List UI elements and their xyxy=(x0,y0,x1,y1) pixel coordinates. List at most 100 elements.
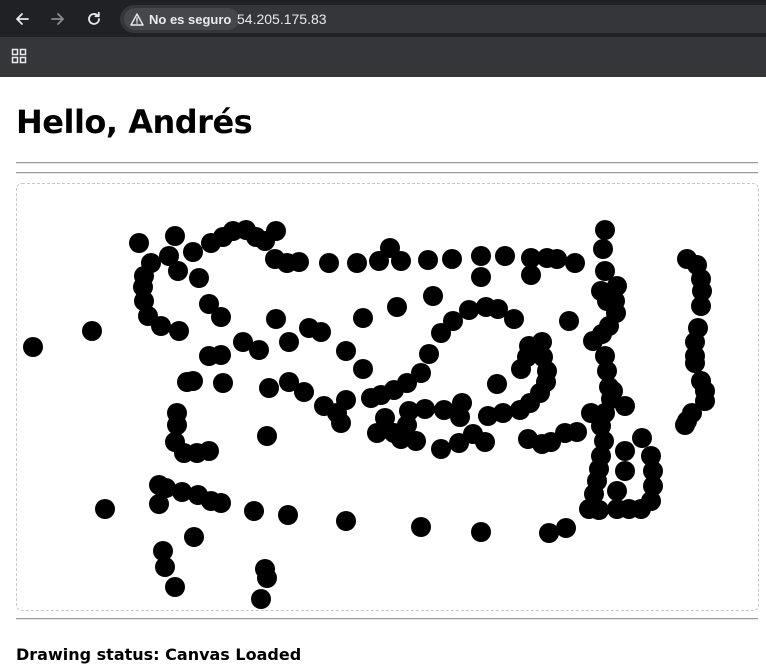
drawing-dot xyxy=(151,316,171,336)
drawing-dot xyxy=(487,374,507,394)
drawing-dot xyxy=(189,268,209,288)
drawing-dot xyxy=(675,415,695,435)
drawing-dot xyxy=(331,413,351,433)
drawing-dot xyxy=(278,505,298,525)
drawing-dot xyxy=(511,359,531,379)
drawing-dot xyxy=(691,296,711,316)
drawing-dot xyxy=(167,415,187,435)
drawing-dot xyxy=(165,577,185,597)
drawing-dot xyxy=(199,441,219,461)
drawing-dot xyxy=(539,523,559,543)
drawing-dot xyxy=(632,428,652,448)
drawing-dot xyxy=(419,344,439,364)
drawing-dot xyxy=(475,432,495,452)
drawing-dot xyxy=(521,265,541,285)
drawing-dot xyxy=(353,359,373,379)
drawing-dot xyxy=(641,446,661,466)
drawing-dot xyxy=(155,557,175,577)
drawing-dot xyxy=(595,220,615,240)
apps-grid-icon[interactable] xyxy=(11,48,27,64)
drawing-dot xyxy=(211,345,231,365)
drawing-dot xyxy=(493,403,513,423)
drawing-dot xyxy=(431,323,451,343)
drawing-dot xyxy=(82,321,102,341)
drawing-dot xyxy=(685,353,705,373)
drawing-dot xyxy=(129,233,149,253)
drawing-dot xyxy=(361,388,381,408)
drawing-dot xyxy=(244,501,264,521)
drawing-dot xyxy=(353,308,373,328)
drawing-dot xyxy=(266,309,286,329)
drawing-dot xyxy=(95,499,115,519)
drawing-dot xyxy=(406,431,426,451)
drawing-dot xyxy=(183,371,203,391)
drawing-dot xyxy=(391,251,411,271)
forward-button[interactable] xyxy=(46,7,70,31)
reload-icon xyxy=(88,11,100,25)
drawing-canvas[interactable] xyxy=(16,183,759,611)
drawing-dot xyxy=(257,426,277,446)
arrow-left-icon xyxy=(16,13,29,25)
drawing-dot xyxy=(547,249,567,269)
drawing-dot xyxy=(289,252,309,272)
drawing-dot xyxy=(593,239,613,259)
drawing-dot xyxy=(559,311,579,331)
drawing-dot xyxy=(615,461,635,481)
drawing-dot xyxy=(184,527,204,547)
drawing-dot xyxy=(615,441,635,461)
drawing-dot xyxy=(471,246,491,266)
drawing-dot xyxy=(249,340,269,360)
drawing-dot xyxy=(471,522,491,542)
divider-top-1 xyxy=(16,162,758,164)
drawing-dot xyxy=(279,332,299,352)
back-button[interactable] xyxy=(10,7,34,31)
drawing-dot xyxy=(211,493,231,513)
drawing-dot xyxy=(556,518,576,538)
drawing-dot xyxy=(567,422,587,442)
drawing-dot xyxy=(607,481,627,501)
drawing-dot xyxy=(452,393,472,413)
arrow-right-icon xyxy=(51,13,64,25)
warning-icon xyxy=(130,12,144,26)
drawing-dot xyxy=(603,381,623,401)
drawing-dot xyxy=(257,568,277,588)
drawing-dot xyxy=(423,286,443,306)
reload-button[interactable] xyxy=(82,7,106,31)
drawing-dot xyxy=(336,511,356,531)
drawing-dot xyxy=(495,246,515,266)
divider-top-2 xyxy=(16,172,758,174)
drawing-dot xyxy=(211,307,231,327)
drawing-dot xyxy=(471,267,491,287)
drawing-status: Drawing status: Canvas Loaded xyxy=(16,645,302,664)
page-content: Hello, Andrés Drawing status: Canvas Loa… xyxy=(0,77,766,672)
drawing-dot xyxy=(415,399,435,419)
drawing-dot xyxy=(319,253,339,273)
security-indicator[interactable]: No es seguro xyxy=(124,8,240,30)
drawing-dot xyxy=(504,309,524,329)
drawing-dot xyxy=(387,297,407,317)
drawing-dot xyxy=(168,261,188,281)
drawing-dot xyxy=(266,221,286,241)
divider-bottom xyxy=(16,618,758,620)
drawing-dot xyxy=(311,322,331,342)
drawing-dot xyxy=(314,396,334,416)
drawing-dot xyxy=(418,250,438,270)
security-label: No es seguro xyxy=(149,11,232,27)
drawing-dot xyxy=(23,337,43,357)
drawing-dot xyxy=(251,589,271,609)
drawing-dot xyxy=(442,249,462,269)
drawing-dot xyxy=(431,439,451,459)
url-text[interactable]: 54.205.175.83 xyxy=(237,11,327,27)
drawing-surface[interactable] xyxy=(17,184,759,611)
bookmarks-bar xyxy=(0,37,766,77)
drawing-dot xyxy=(165,226,185,246)
drawing-dot xyxy=(259,378,279,398)
drawing-dot xyxy=(565,253,585,273)
drawing-dot xyxy=(336,341,356,361)
drawing-dot xyxy=(183,242,203,262)
drawing-dot xyxy=(589,500,609,520)
page-title: Hello, Andrés xyxy=(16,103,253,141)
drawing-dot xyxy=(411,517,431,537)
drawing-dot xyxy=(169,321,189,341)
drawing-dot xyxy=(347,253,367,273)
